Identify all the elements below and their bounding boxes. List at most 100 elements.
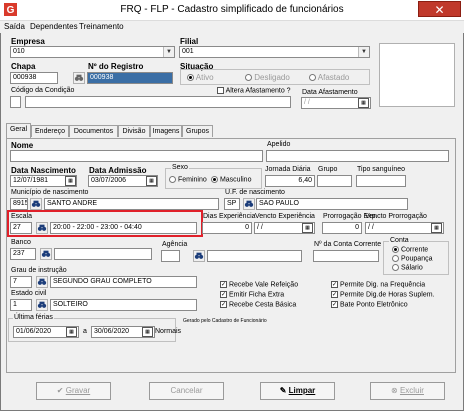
estado-civil-code-input[interactable]: 1: [10, 299, 32, 311]
chevron-down-icon: ▼: [358, 47, 369, 57]
sexo-masculino-radio[interactable]: Masculino: [211, 176, 251, 183]
conta-poupanca-radio[interactable]: Poupança: [392, 255, 432, 262]
filial-label: Filial: [180, 37, 199, 46]
calendar-icon[interactable]: ▦: [431, 223, 442, 233]
instrucao-code-input[interactable]: 7: [10, 276, 32, 288]
registro-label: Nº do Registro: [88, 62, 144, 71]
cancelar-button[interactable]: Cancelar: [149, 382, 224, 400]
menu-dependentes[interactable]: Dependentes: [30, 22, 78, 31]
eraser-icon: ✎: [279, 386, 287, 395]
instrucao-label: Grau de instrução: [11, 267, 67, 274]
calendar-icon[interactable]: ▦: [302, 223, 313, 233]
uf-name-input[interactable]: SAO PAULO: [256, 198, 408, 210]
calendar-icon[interactable]: ▦: [146, 176, 157, 186]
chevron-down-icon: ▼: [163, 47, 174, 57]
excluir-button[interactable]: ⊗ Excluir: [370, 382, 445, 400]
situacao-group: Ativo Desligado Afastado: [180, 69, 370, 85]
empresa-label: Empresa: [11, 37, 45, 46]
filial-select[interactable]: 001 ▼: [179, 46, 370, 58]
tab-imagens[interactable]: Imagens: [150, 125, 182, 137]
window-title: FRQ - FLP - Cadastro simplificado de fun…: [120, 4, 344, 15]
dias-experiencia-input[interactable]: 0: [202, 222, 252, 234]
chapa-input[interactable]: 000938: [10, 72, 58, 84]
close-button[interactable]: ✕: [418, 1, 461, 17]
conta-corrente-radio[interactable]: Corrente: [392, 246, 428, 253]
uf-label: U.F. de nascimento: [225, 189, 285, 196]
sexo-feminino-radio[interactable]: Feminino: [169, 176, 207, 183]
conta-salario-radio[interactable]: Sálario: [392, 264, 423, 271]
situacao-afastado[interactable]: Afastado: [309, 73, 349, 82]
menu-treinamento[interactable]: Treinamento: [79, 22, 124, 31]
binoculars-icon[interactable]: [73, 72, 85, 84]
situacao-desligado[interactable]: Desligado: [245, 73, 290, 82]
jornada-label: Jornada Diária: [265, 166, 311, 173]
binoculars-icon[interactable]: [193, 250, 205, 262]
prorrogacao-input[interactable]: 0: [322, 222, 362, 234]
agencia-label: Agência: [162, 241, 188, 248]
estado-civil-name-input[interactable]: SOLTEIRO: [50, 299, 197, 311]
tab-divisao[interactable]: Divisão: [118, 125, 150, 137]
tab-documentos[interactable]: Documentos: [69, 125, 118, 137]
menu-bar: Saída Dependentes Treinamento: [0, 21, 464, 33]
nome-input[interactable]: [10, 150, 263, 162]
banco-name-input[interactable]: [54, 248, 152, 260]
situacao-ativo[interactable]: Ativo: [187, 73, 214, 82]
banco-label: Banco: [11, 239, 31, 246]
condicao-label: Código da Condição: [11, 87, 75, 94]
menu-saida[interactable]: Saída: [4, 22, 25, 31]
permite-dig-frequencia-check[interactable]: ✓ Permite Dig. na Frequência: [331, 281, 425, 288]
calendar-icon[interactable]: ▦: [142, 327, 153, 337]
altera-afastamento-check[interactable]: Altera Afastamento ?: [217, 87, 291, 94]
binoculars-icon[interactable]: [36, 299, 48, 311]
calendar-icon[interactable]: ▦: [65, 176, 76, 186]
uf-code-input[interactable]: SP: [224, 198, 240, 210]
binoculars-icon[interactable]: [243, 198, 255, 210]
agencia-input[interactable]: [161, 250, 180, 262]
sangue-input[interactable]: [356, 175, 406, 187]
instrucao-name-input[interactable]: SEGUNDO GRAU COMPLETO: [50, 276, 197, 288]
municipio-name-input[interactable]: SANTO ANDRE: [44, 198, 219, 210]
tab-endereco[interactable]: Endereço: [31, 125, 69, 137]
recebe-cesta-basica-check[interactable]: ✓ Recebe Cesta Básica: [220, 301, 296, 308]
calendar-icon[interactable]: ▦: [66, 327, 77, 337]
venc-experiencia-label: Vencto Experiência: [255, 213, 315, 220]
jornada-input[interactable]: 6,40: [265, 175, 315, 187]
empresa-select[interactable]: 010 ▼: [10, 46, 175, 58]
dias-experiencia-label: Dias Experiência: [203, 213, 256, 220]
condicao-input[interactable]: [25, 96, 291, 108]
grupo-input[interactable]: [317, 175, 352, 187]
nascimento-label: Data Nascimento: [11, 166, 76, 175]
conta-corrente-input[interactable]: [313, 250, 379, 262]
grupo-label: Grupo: [318, 166, 338, 173]
estado-civil-label: Estado civil: [11, 290, 47, 297]
apelido-input[interactable]: [266, 150, 449, 162]
banco-input[interactable]: 237: [10, 248, 36, 260]
highlight-box: [7, 210, 203, 237]
binoculars-icon[interactable]: [36, 276, 48, 288]
sexo-group: Sexo Feminino Masculino: [165, 164, 262, 189]
photo-box[interactable]: [379, 43, 455, 107]
agencia-name-input[interactable]: [207, 250, 302, 262]
admissao-label: Data Admissão: [89, 166, 147, 175]
tab-geral[interactable]: Geral: [6, 123, 31, 138]
sangue-label: Tipo sanguíneo: [357, 166, 405, 173]
binoculars-icon[interactable]: [40, 248, 52, 260]
binoculars-icon[interactable]: [30, 198, 42, 210]
permite-dig-horas-check[interactable]: ✓ Permite Dig.de Horas Suplem.: [331, 291, 435, 298]
limpar-button[interactable]: ✎ Limpar: [260, 382, 335, 400]
venc-prorrogacao-label: Vencto Prorrogação: [365, 213, 427, 220]
conta-group: Conta Corrente Poupança Sálario: [383, 237, 449, 275]
gravar-button[interactable]: ✔ Gravar: [36, 382, 111, 400]
municipio-label: Município de nascimento: [11, 189, 89, 196]
municipio-code-input[interactable]: 8915: [10, 198, 28, 210]
chapa-label: Chapa: [11, 62, 36, 71]
condicao-code-input[interactable]: [10, 96, 21, 108]
generated-note: Gerado pelo Cadastro de Funcionário: [183, 318, 267, 324]
tab-grupos[interactable]: Grupos: [182, 125, 213, 137]
ferias-suffix: Normais: [155, 328, 182, 335]
emitir-ficha-extra-check[interactable]: ✓ Emitir Ficha Extra: [220, 291, 284, 298]
recebe-vale-refeicao-check[interactable]: ✓ Recebe Vale Refeição: [220, 281, 298, 288]
calendar-icon[interactable]: ▦: [358, 98, 369, 108]
bate-ponto-check[interactable]: ✓ Bate Ponto Eletrônico: [331, 301, 408, 308]
registro-input[interactable]: 000938: [87, 72, 173, 84]
